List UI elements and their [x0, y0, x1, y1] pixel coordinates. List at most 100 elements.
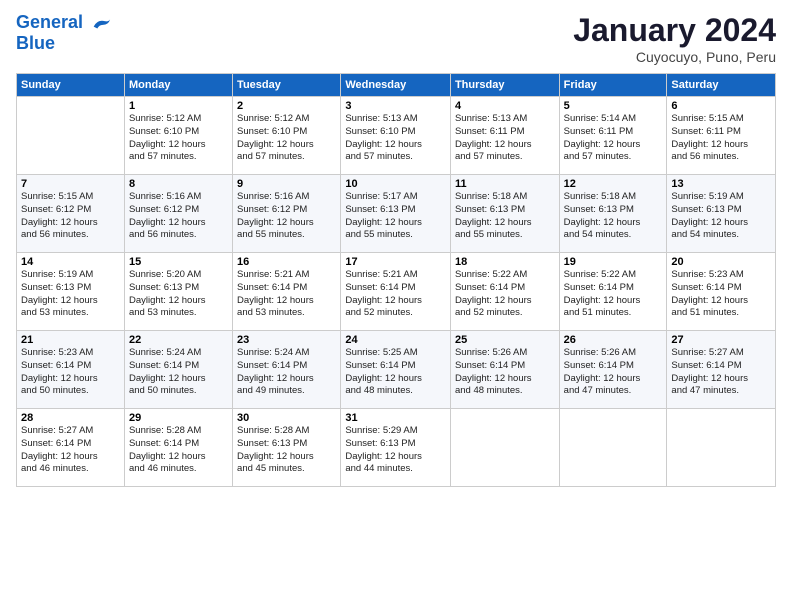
day-info: Sunrise: 5:22 AM Sunset: 6:14 PM Dayligh…	[455, 269, 555, 320]
day-info: Sunrise: 5:24 AM Sunset: 6:14 PM Dayligh…	[237, 347, 336, 398]
day-info: Sunrise: 5:13 AM Sunset: 6:10 PM Dayligh…	[345, 113, 446, 164]
logo-text: General	[16, 12, 112, 34]
calendar-week-row: 14Sunrise: 5:19 AM Sunset: 6:13 PM Dayli…	[17, 253, 776, 331]
calendar-cell: 9Sunrise: 5:16 AM Sunset: 6:12 PM Daylig…	[233, 175, 341, 253]
day-number: 13	[671, 178, 771, 190]
day-number: 18	[455, 256, 555, 268]
calendar-cell: 3Sunrise: 5:13 AM Sunset: 6:10 PM Daylig…	[341, 97, 451, 175]
logo-bird-icon	[90, 12, 112, 34]
day-number: 22	[129, 334, 228, 346]
day-number: 1	[129, 100, 228, 112]
day-info: Sunrise: 5:21 AM Sunset: 6:14 PM Dayligh…	[345, 269, 446, 320]
calendar-cell: 19Sunrise: 5:22 AM Sunset: 6:14 PM Dayli…	[559, 253, 667, 331]
title-block: January 2024 Cuyocuyo, Puno, Peru	[573, 12, 776, 65]
day-number: 17	[345, 256, 446, 268]
calendar-table: SundayMondayTuesdayWednesdayThursdayFrid…	[16, 73, 776, 487]
day-number: 10	[345, 178, 446, 190]
calendar-cell: 22Sunrise: 5:24 AM Sunset: 6:14 PM Dayli…	[124, 331, 232, 409]
day-number: 9	[237, 178, 336, 190]
calendar-cell: 24Sunrise: 5:25 AM Sunset: 6:14 PM Dayli…	[341, 331, 451, 409]
day-info: Sunrise: 5:28 AM Sunset: 6:14 PM Dayligh…	[129, 425, 228, 476]
day-number: 30	[237, 412, 336, 424]
calendar-cell: 2Sunrise: 5:12 AM Sunset: 6:10 PM Daylig…	[233, 97, 341, 175]
day-number: 31	[345, 412, 446, 424]
calendar-cell: 16Sunrise: 5:21 AM Sunset: 6:14 PM Dayli…	[233, 253, 341, 331]
calendar-cell	[17, 97, 125, 175]
day-info: Sunrise: 5:28 AM Sunset: 6:13 PM Dayligh…	[237, 425, 336, 476]
calendar-cell: 1Sunrise: 5:12 AM Sunset: 6:10 PM Daylig…	[124, 97, 232, 175]
column-header-tuesday: Tuesday	[233, 74, 341, 97]
calendar-cell: 30Sunrise: 5:28 AM Sunset: 6:13 PM Dayli…	[233, 409, 341, 487]
day-info: Sunrise: 5:12 AM Sunset: 6:10 PM Dayligh…	[237, 113, 336, 164]
day-number: 2	[237, 100, 336, 112]
day-info: Sunrise: 5:23 AM Sunset: 6:14 PM Dayligh…	[671, 269, 771, 320]
day-number: 16	[237, 256, 336, 268]
day-info: Sunrise: 5:27 AM Sunset: 6:14 PM Dayligh…	[21, 425, 120, 476]
day-info: Sunrise: 5:25 AM Sunset: 6:14 PM Dayligh…	[345, 347, 446, 398]
day-number: 28	[21, 412, 120, 424]
location-subtitle: Cuyocuyo, Puno, Peru	[573, 49, 776, 65]
calendar-cell: 11Sunrise: 5:18 AM Sunset: 6:13 PM Dayli…	[450, 175, 559, 253]
calendar-week-row: 21Sunrise: 5:23 AM Sunset: 6:14 PM Dayli…	[17, 331, 776, 409]
day-info: Sunrise: 5:26 AM Sunset: 6:14 PM Dayligh…	[455, 347, 555, 398]
calendar-cell: 12Sunrise: 5:18 AM Sunset: 6:13 PM Dayli…	[559, 175, 667, 253]
day-number: 23	[237, 334, 336, 346]
day-info: Sunrise: 5:13 AM Sunset: 6:11 PM Dayligh…	[455, 113, 555, 164]
day-info: Sunrise: 5:29 AM Sunset: 6:13 PM Dayligh…	[345, 425, 446, 476]
column-header-sunday: Sunday	[17, 74, 125, 97]
calendar-cell: 31Sunrise: 5:29 AM Sunset: 6:13 PM Dayli…	[341, 409, 451, 487]
calendar-cell: 26Sunrise: 5:26 AM Sunset: 6:14 PM Dayli…	[559, 331, 667, 409]
day-number: 7	[21, 178, 120, 190]
calendar-cell: 23Sunrise: 5:24 AM Sunset: 6:14 PM Dayli…	[233, 331, 341, 409]
day-info: Sunrise: 5:15 AM Sunset: 6:11 PM Dayligh…	[671, 113, 771, 164]
calendar-cell: 17Sunrise: 5:21 AM Sunset: 6:14 PM Dayli…	[341, 253, 451, 331]
day-number: 20	[671, 256, 771, 268]
day-info: Sunrise: 5:22 AM Sunset: 6:14 PM Dayligh…	[564, 269, 663, 320]
day-number: 15	[129, 256, 228, 268]
logo: General Blue	[16, 12, 112, 54]
day-number: 27	[671, 334, 771, 346]
calendar-cell: 15Sunrise: 5:20 AM Sunset: 6:13 PM Dayli…	[124, 253, 232, 331]
day-info: Sunrise: 5:26 AM Sunset: 6:14 PM Dayligh…	[564, 347, 663, 398]
calendar-week-row: 1Sunrise: 5:12 AM Sunset: 6:10 PM Daylig…	[17, 97, 776, 175]
calendar-cell: 4Sunrise: 5:13 AM Sunset: 6:11 PM Daylig…	[450, 97, 559, 175]
calendar-cell: 29Sunrise: 5:28 AM Sunset: 6:14 PM Dayli…	[124, 409, 232, 487]
day-number: 11	[455, 178, 555, 190]
day-number: 4	[455, 100, 555, 112]
day-info: Sunrise: 5:23 AM Sunset: 6:14 PM Dayligh…	[21, 347, 120, 398]
calendar-cell: 20Sunrise: 5:23 AM Sunset: 6:14 PM Dayli…	[667, 253, 776, 331]
day-info: Sunrise: 5:20 AM Sunset: 6:13 PM Dayligh…	[129, 269, 228, 320]
page-container: General Blue January 2024 Cuyocuyo, Puno…	[0, 0, 792, 612]
calendar-cell	[667, 409, 776, 487]
day-info: Sunrise: 5:17 AM Sunset: 6:13 PM Dayligh…	[345, 191, 446, 242]
calendar-cell	[559, 409, 667, 487]
day-info: Sunrise: 5:18 AM Sunset: 6:13 PM Dayligh…	[455, 191, 555, 242]
day-number: 24	[345, 334, 446, 346]
calendar-week-row: 7Sunrise: 5:15 AM Sunset: 6:12 PM Daylig…	[17, 175, 776, 253]
calendar-cell: 14Sunrise: 5:19 AM Sunset: 6:13 PM Dayli…	[17, 253, 125, 331]
day-info: Sunrise: 5:14 AM Sunset: 6:11 PM Dayligh…	[564, 113, 663, 164]
column-header-friday: Friday	[559, 74, 667, 97]
calendar-cell: 10Sunrise: 5:17 AM Sunset: 6:13 PM Dayli…	[341, 175, 451, 253]
logo-blue: Blue	[16, 34, 112, 54]
month-title: January 2024	[573, 12, 776, 49]
day-info: Sunrise: 5:16 AM Sunset: 6:12 PM Dayligh…	[237, 191, 336, 242]
calendar-cell: 5Sunrise: 5:14 AM Sunset: 6:11 PM Daylig…	[559, 97, 667, 175]
day-info: Sunrise: 5:27 AM Sunset: 6:14 PM Dayligh…	[671, 347, 771, 398]
calendar-cell: 27Sunrise: 5:27 AM Sunset: 6:14 PM Dayli…	[667, 331, 776, 409]
column-header-wednesday: Wednesday	[341, 74, 451, 97]
calendar-cell: 18Sunrise: 5:22 AM Sunset: 6:14 PM Dayli…	[450, 253, 559, 331]
day-number: 3	[345, 100, 446, 112]
calendar-cell: 8Sunrise: 5:16 AM Sunset: 6:12 PM Daylig…	[124, 175, 232, 253]
day-info: Sunrise: 5:15 AM Sunset: 6:12 PM Dayligh…	[21, 191, 120, 242]
day-number: 12	[564, 178, 663, 190]
day-number: 5	[564, 100, 663, 112]
day-number: 6	[671, 100, 771, 112]
day-info: Sunrise: 5:21 AM Sunset: 6:14 PM Dayligh…	[237, 269, 336, 320]
day-number: 8	[129, 178, 228, 190]
day-info: Sunrise: 5:24 AM Sunset: 6:14 PM Dayligh…	[129, 347, 228, 398]
day-info: Sunrise: 5:12 AM Sunset: 6:10 PM Dayligh…	[129, 113, 228, 164]
column-header-thursday: Thursday	[450, 74, 559, 97]
day-info: Sunrise: 5:19 AM Sunset: 6:13 PM Dayligh…	[21, 269, 120, 320]
calendar-cell: 7Sunrise: 5:15 AM Sunset: 6:12 PM Daylig…	[17, 175, 125, 253]
